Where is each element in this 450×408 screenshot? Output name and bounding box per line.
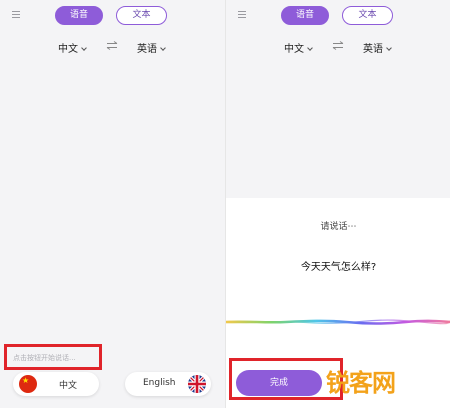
speak-prompt: 请说话⋯ xyxy=(320,222,357,232)
input-placeholder: 点击按钮开始说话... xyxy=(13,354,76,362)
language-selector-row: 中文 英语 xyxy=(0,32,225,60)
watermark: 锐客网 xyxy=(326,369,396,397)
target-language-dropdown[interactable]: 英语 xyxy=(137,40,166,55)
voice-waveform xyxy=(226,319,450,325)
uk-flag-icon xyxy=(188,375,206,393)
target-language-pill[interactable]: English xyxy=(125,372,211,396)
language-selector-row: 中文 英语 xyxy=(226,32,450,60)
tab-text[interactable]: 文本 xyxy=(116,6,167,25)
source-language-dropdown[interactable]: 中文 xyxy=(58,40,87,55)
speech-input-field[interactable]: 点击按钮开始说话... xyxy=(4,344,102,370)
source-language-pill[interactable]: ★ 中文 xyxy=(13,372,99,396)
top-bar: 语音 文本 xyxy=(226,0,450,32)
hamburger-menu-icon[interactable] xyxy=(238,11,246,19)
chevron-down-icon xyxy=(307,45,313,51)
target-language-dropdown[interactable]: 英语 xyxy=(363,40,392,55)
listening-screen: 语音 文本 中文 英语 请说话⋯ 今天天气怎么样? 完成 锐客网 xyxy=(225,0,450,408)
chevron-down-icon xyxy=(386,45,392,51)
listening-panel: 请说话⋯ 今天天气怎么样? 完成 锐客网 xyxy=(226,198,450,408)
done-button[interactable]: 完成 xyxy=(236,370,322,396)
china-flag-icon: ★ xyxy=(19,375,37,393)
source-language-dropdown[interactable]: 中文 xyxy=(284,40,313,55)
voice-input-screen: 语音 文本 中文 英语 点击按钮开始说话... ★ 中文 English xyxy=(0,0,225,408)
target-language-label: 英语 xyxy=(137,44,157,55)
swap-arrows-icon[interactable] xyxy=(106,41,118,50)
chevron-down-icon xyxy=(81,45,87,51)
tab-voice[interactable]: 语音 xyxy=(281,6,329,25)
tab-text[interactable]: 文本 xyxy=(342,6,393,25)
swap-arrows-icon[interactable] xyxy=(332,41,344,50)
top-bar: 语音 文本 xyxy=(0,0,225,32)
tab-voice[interactable]: 语音 xyxy=(55,6,103,25)
target-language-pill-label: English xyxy=(143,378,176,388)
hamburger-menu-icon[interactable] xyxy=(12,11,20,19)
source-language-pill-label: 中文 xyxy=(59,381,78,391)
source-language-label: 中文 xyxy=(58,44,78,55)
source-language-label: 中文 xyxy=(284,44,304,55)
target-language-label: 英语 xyxy=(363,44,383,55)
recognized-text: 今天天气怎么样? xyxy=(300,262,377,273)
chevron-down-icon xyxy=(160,45,166,51)
